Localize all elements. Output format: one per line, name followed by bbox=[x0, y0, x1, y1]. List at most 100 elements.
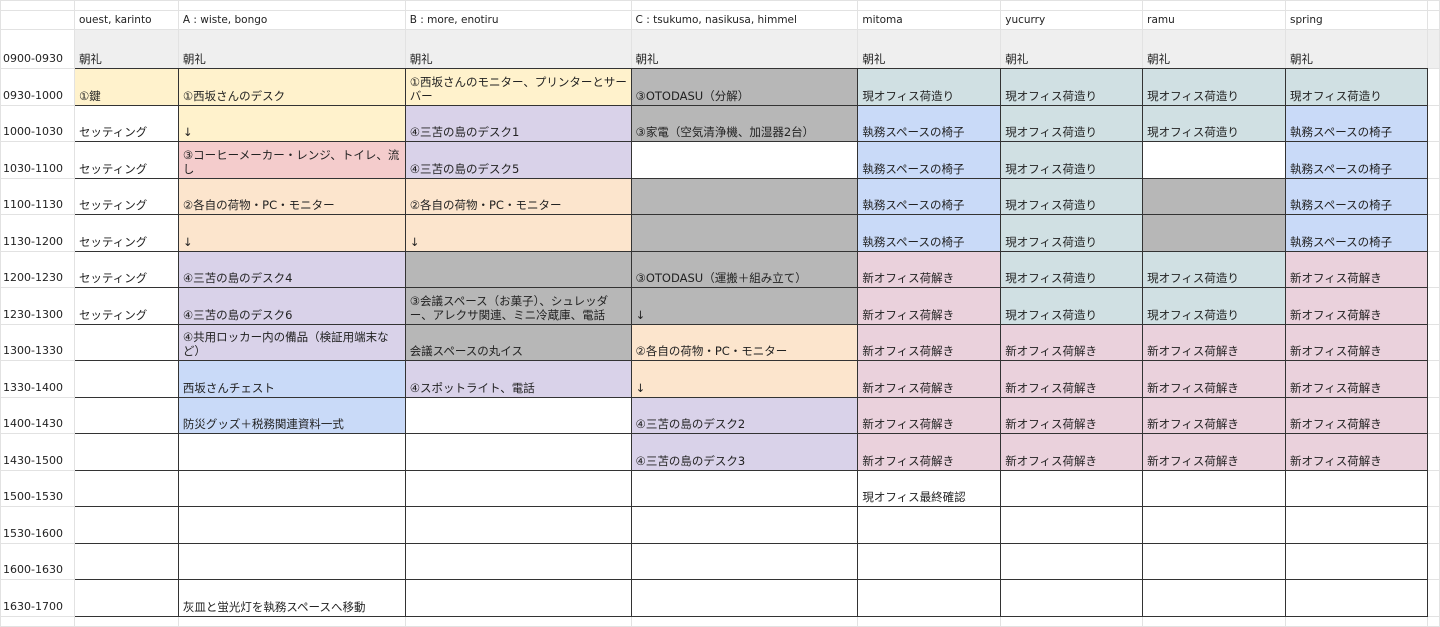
schedule-cell[interactable]: 西坂さんチェスト bbox=[177, 360, 406, 398]
schedule-cell[interactable] bbox=[1142, 141, 1287, 179]
empty-cell[interactable] bbox=[1426, 214, 1440, 252]
schedule-cell[interactable]: ④三苫の島のデスク6 bbox=[177, 287, 406, 325]
schedule-cell[interactable] bbox=[1142, 579, 1287, 617]
schedule-cell[interactable]: 現オフィス荷造り bbox=[1000, 177, 1144, 215]
schedule-cell[interactable] bbox=[630, 141, 859, 179]
empty-cell[interactable] bbox=[857, 0, 1002, 11]
schedule-cell[interactable] bbox=[404, 542, 632, 580]
schedule-cell[interactable]: ③家電（空気清浄機、加湿器2台） bbox=[630, 104, 859, 142]
schedule-cell[interactable] bbox=[404, 433, 632, 471]
empty-cell[interactable] bbox=[1426, 287, 1440, 325]
schedule-cell[interactable]: 執務スペースの椅子 bbox=[1285, 141, 1428, 179]
schedule-cell[interactable]: 新オフィス荷解き bbox=[857, 396, 1002, 434]
schedule-cell[interactable]: セッティング bbox=[73, 104, 179, 142]
schedule-cell[interactable]: ④三苫の島のデスク2 bbox=[630, 396, 859, 434]
schedule-cell[interactable]: 新オフィス荷解き bbox=[1000, 323, 1144, 361]
schedule-cell[interactable] bbox=[1285, 469, 1428, 507]
empty-cell[interactable] bbox=[1426, 0, 1440, 11]
schedule-cell[interactable] bbox=[630, 214, 859, 252]
empty-cell[interactable] bbox=[1426, 10, 1440, 30]
schedule-cell[interactable]: 現オフィス最終確認 bbox=[857, 469, 1002, 507]
empty-cell[interactable] bbox=[1285, 615, 1428, 627]
schedule-cell[interactable]: 新オフィス荷解き bbox=[1142, 433, 1287, 471]
schedule-cell[interactable]: セッティング bbox=[73, 177, 179, 215]
empty-cell[interactable] bbox=[73, 0, 179, 11]
empty-cell[interactable] bbox=[1426, 506, 1440, 544]
schedule-cell[interactable] bbox=[857, 579, 1002, 617]
schedule-cell[interactable] bbox=[1142, 214, 1287, 252]
schedule-cell[interactable]: 現オフィス荷造り bbox=[1000, 104, 1144, 142]
schedule-cell[interactable] bbox=[630, 469, 859, 507]
time-slot[interactable]: 1100-1130 bbox=[0, 177, 75, 215]
schedule-cell[interactable]: ②各自の荷物・PC・モニター bbox=[177, 177, 406, 215]
schedule-cell[interactable]: 新オフィス荷解き bbox=[1142, 323, 1287, 361]
schedule-cell[interactable]: セッティング bbox=[73, 287, 179, 325]
schedule-cell[interactable] bbox=[73, 506, 179, 544]
schedule-cell[interactable]: 朝礼 bbox=[177, 29, 406, 69]
schedule-cell[interactable]: 現オフィス荷造り bbox=[1142, 68, 1287, 106]
time-slot[interactable]: 1600-1630 bbox=[0, 542, 75, 580]
empty-cell[interactable] bbox=[1426, 250, 1440, 288]
schedule-cell[interactable]: ③OTODASU（分解） bbox=[630, 68, 859, 106]
empty-cell[interactable] bbox=[630, 0, 859, 11]
schedule-cell[interactable]: 新オフィス荷解き bbox=[1285, 323, 1428, 361]
time-slot[interactable]: 1130-1200 bbox=[0, 214, 75, 252]
schedule-cell[interactable]: 新オフィス荷解き bbox=[1285, 360, 1428, 398]
corner-cell[interactable] bbox=[0, 10, 75, 30]
schedule-cell[interactable]: ④共用ロッカー内の備品（検証用端末など） bbox=[177, 323, 406, 361]
schedule-cell[interactable]: 朝礼 bbox=[1000, 29, 1144, 69]
time-slot[interactable]: 1230-1300 bbox=[0, 287, 75, 325]
schedule-cell[interactable]: 現オフィス荷造り bbox=[1000, 214, 1144, 252]
empty-cell[interactable] bbox=[1142, 0, 1287, 11]
column-header[interactable]: spring bbox=[1285, 10, 1428, 30]
schedule-cell[interactable]: ①鍵 bbox=[73, 68, 179, 106]
schedule-cell[interactable]: 新オフィス荷解き bbox=[1285, 433, 1428, 471]
time-slot[interactable]: 1200-1230 bbox=[0, 250, 75, 288]
empty-cell[interactable] bbox=[404, 615, 632, 627]
empty-cell[interactable] bbox=[1426, 615, 1440, 627]
schedule-cell[interactable] bbox=[1142, 469, 1287, 507]
schedule-cell[interactable]: 執務スペースの椅子 bbox=[857, 214, 1002, 252]
schedule-cell[interactable]: 現オフィス荷造り bbox=[1000, 250, 1144, 288]
schedule-cell[interactable]: ↓ bbox=[630, 287, 859, 325]
schedule-cell[interactable]: 新オフィス荷解き bbox=[857, 360, 1002, 398]
schedule-cell[interactable]: セッティング bbox=[73, 141, 179, 179]
schedule-cell[interactable]: ②各自の荷物・PC・モニター bbox=[404, 177, 632, 215]
schedule-cell[interactable]: ③会議スペース（お菓子）、シュレッダー、アレクサ関連、ミニ冷蔵庫、電話 bbox=[404, 287, 632, 325]
schedule-cell[interactable]: 新オフィス荷解き bbox=[1285, 287, 1428, 325]
schedule-cell[interactable]: 執務スペースの椅子 bbox=[1285, 104, 1428, 142]
schedule-cell[interactable] bbox=[630, 506, 859, 544]
empty-cell[interactable] bbox=[1426, 360, 1440, 398]
schedule-cell[interactable]: 現オフィス荷造り bbox=[1142, 250, 1287, 288]
schedule-cell[interactable]: 新オフィス荷解き bbox=[1000, 396, 1144, 434]
schedule-cell[interactable]: 朝礼 bbox=[1142, 29, 1287, 69]
schedule-cell[interactable]: ↓ bbox=[177, 104, 406, 142]
schedule-cell[interactable] bbox=[73, 469, 179, 507]
schedule-cell[interactable]: 現オフィス荷造り bbox=[1000, 141, 1144, 179]
empty-cell[interactable] bbox=[0, 0, 75, 11]
schedule-cell[interactable]: 新オフィス荷解き bbox=[1000, 433, 1144, 471]
schedule-cell[interactable]: 執務スペースの椅子 bbox=[857, 141, 1002, 179]
schedule-cell[interactable]: 執務スペースの椅子 bbox=[1285, 177, 1428, 215]
time-slot[interactable]: 1430-1500 bbox=[0, 433, 75, 471]
schedule-cell[interactable]: ↓ bbox=[630, 360, 859, 398]
schedule-cell[interactable] bbox=[404, 396, 632, 434]
empty-cell[interactable] bbox=[1142, 615, 1287, 627]
schedule-cell[interactable] bbox=[73, 579, 179, 617]
schedule-cell[interactable] bbox=[1142, 177, 1287, 215]
time-slot[interactable]: 0900-0930 bbox=[0, 29, 75, 69]
schedule-cell[interactable] bbox=[73, 542, 179, 580]
schedule-cell[interactable]: ②各自の荷物・PC・モニター bbox=[630, 323, 859, 361]
schedule-cell[interactable]: 朝礼 bbox=[1285, 29, 1428, 69]
empty-cell[interactable] bbox=[1426, 68, 1440, 106]
schedule-cell[interactable]: 新オフィス荷解き bbox=[1142, 396, 1287, 434]
schedule-cell[interactable] bbox=[1000, 542, 1144, 580]
schedule-cell[interactable]: 現オフィス荷造り bbox=[857, 68, 1002, 106]
schedule-cell[interactable] bbox=[630, 177, 859, 215]
schedule-cell[interactable]: 現オフィス荷造り bbox=[1285, 68, 1428, 106]
schedule-cell[interactable]: ↓ bbox=[177, 214, 406, 252]
column-header[interactable]: ouest, karinto bbox=[73, 10, 179, 30]
schedule-cell[interactable]: ④スポットライト、電話 bbox=[404, 360, 632, 398]
schedule-cell[interactable]: 会議スペースの丸イス bbox=[404, 323, 632, 361]
schedule-cell[interactable] bbox=[404, 579, 632, 617]
